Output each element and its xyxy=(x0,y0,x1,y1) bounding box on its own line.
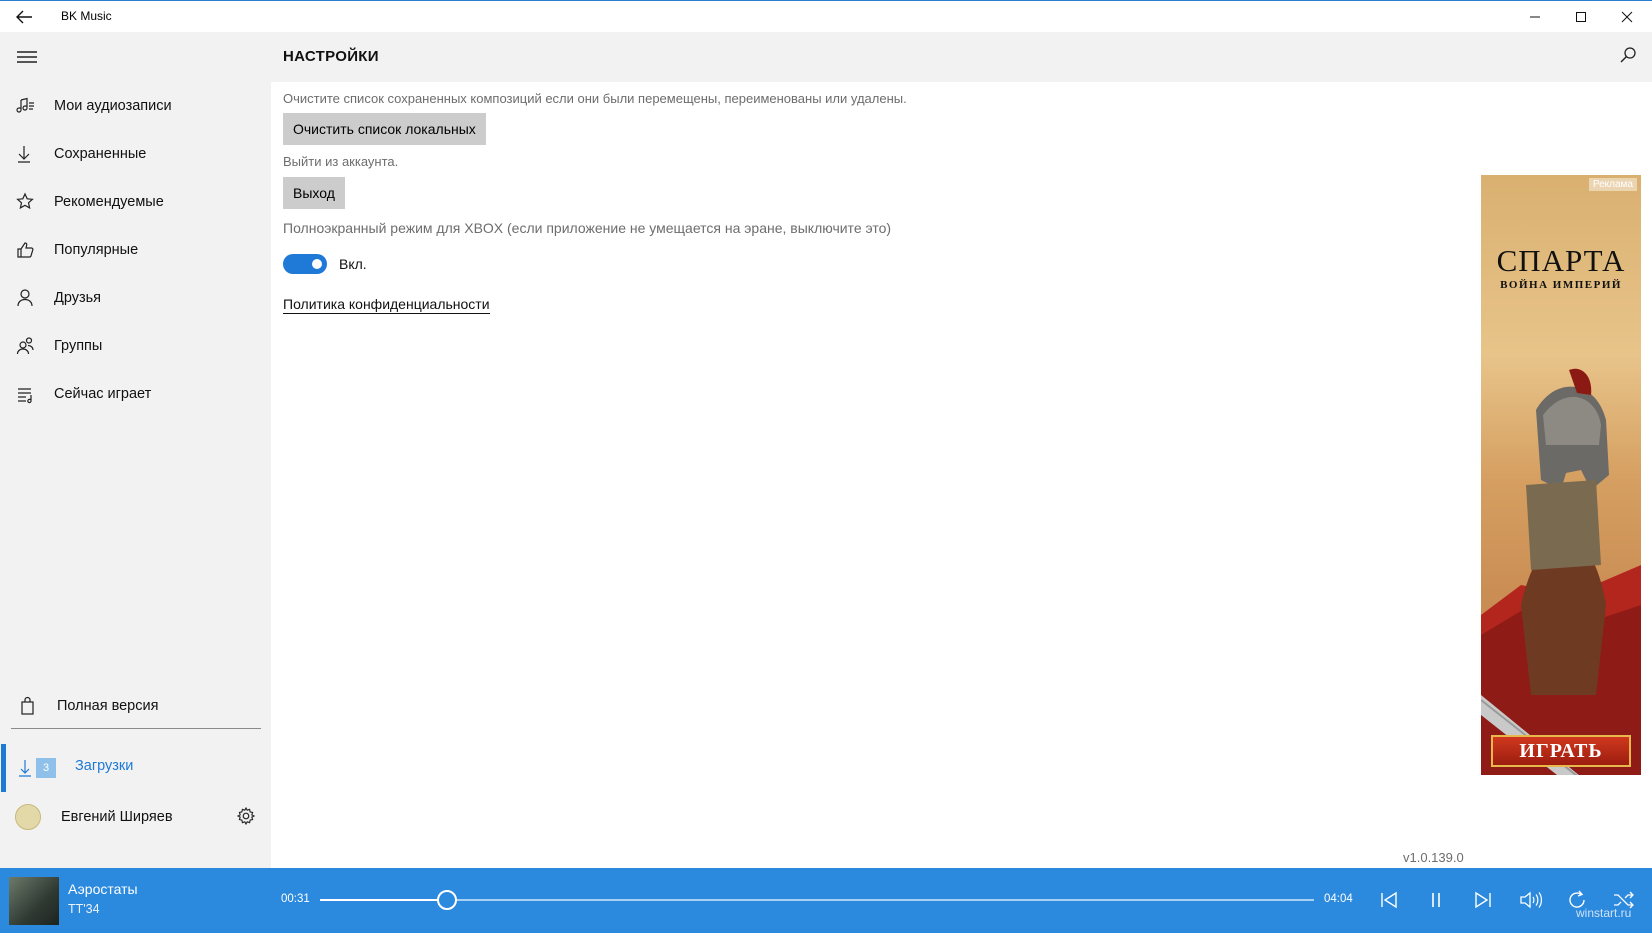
download-arrow-icon xyxy=(16,144,36,164)
maximize-icon xyxy=(1576,11,1586,22)
sidebar-item-label: Сохраненные xyxy=(54,146,147,162)
user-profile[interactable]: Евгений Ширяев xyxy=(0,794,271,842)
music-notes-icon xyxy=(16,96,36,116)
xbox-fullscreen-toggle[interactable] xyxy=(283,254,327,274)
selection-indicator xyxy=(1,744,6,792)
skip-previous-icon xyxy=(1381,891,1397,909)
next-track-button[interactable] xyxy=(1471,888,1495,912)
seek-progress xyxy=(320,899,447,901)
pause-button[interactable] xyxy=(1424,888,1448,912)
full-version-label: Полная версия xyxy=(57,698,159,714)
thumbs-up-icon xyxy=(16,240,36,260)
previous-track-button[interactable] xyxy=(1377,888,1401,912)
sidebar-item-my-audio[interactable]: Мои аудиозаписи xyxy=(0,82,271,130)
player-bar: Аэростаты ТТ'34 00:31 04:04 xyxy=(0,868,1652,933)
close-icon xyxy=(1621,11,1633,22)
downloads-item[interactable]: 3 Загрузки xyxy=(0,744,271,792)
track-artist: ТТ'34 xyxy=(68,902,100,916)
toggle-knob xyxy=(312,259,322,269)
minimize-button[interactable] xyxy=(1512,1,1558,32)
sidebar-item-label: Друзья xyxy=(54,290,102,306)
maximize-button[interactable] xyxy=(1558,1,1604,32)
watermark: winstart.ru xyxy=(1576,906,1632,920)
clear-local-list-button[interactable]: Очистить список локальных xyxy=(283,113,486,145)
sidebar-item-label: Популярные xyxy=(54,242,139,258)
toggle-state-label: Вкл. xyxy=(339,256,367,272)
sidebar-item-friends[interactable]: Друзья xyxy=(0,274,271,322)
shopping-bag-icon xyxy=(19,696,39,716)
seek-thumb[interactable] xyxy=(437,890,457,910)
sidebar-item-now-playing[interactable]: Сейчас играет xyxy=(0,370,271,418)
playlist-icon xyxy=(16,384,36,404)
sidebar-item-groups[interactable]: Группы xyxy=(0,322,271,370)
sidebar-item-label: Мои аудиозаписи xyxy=(54,98,172,114)
people-icon xyxy=(16,336,36,356)
advertisement-banner[interactable]: Реклама СПАРТА ВОЙНА ИМПЕРИЙ ИГРАТЬ xyxy=(1481,175,1641,775)
ad-play-button[interactable]: ИГРАТЬ xyxy=(1491,735,1631,767)
gear-icon[interactable] xyxy=(236,806,256,826)
sidebar-item-popular[interactable]: Популярные xyxy=(0,226,271,274)
download-arrow-icon xyxy=(18,758,34,778)
ad-label: Реклама xyxy=(1588,178,1637,191)
downloads-count-badge: 3 xyxy=(36,758,56,778)
pause-icon xyxy=(1432,893,1440,907)
clear-list-hint: Очистите список сохраненных композиций е… xyxy=(283,91,907,106)
back-arrow-icon[interactable] xyxy=(12,7,36,27)
title-bar: BK Music xyxy=(0,0,1652,32)
xbox-mode-hint: Полноэкранный режим для XBOX (если прило… xyxy=(283,220,892,236)
track-title: Аэростаты xyxy=(68,881,138,897)
sidebar-item-saved[interactable]: Сохраненные xyxy=(0,130,271,178)
user-name: Евгений Ширяев xyxy=(61,809,173,825)
skip-next-icon xyxy=(1475,891,1491,909)
sidebar-item-label: Рекомендуемые xyxy=(54,194,164,210)
sidebar-divider xyxy=(11,728,261,729)
search-icon[interactable] xyxy=(1618,46,1638,66)
page-header: НАСТРОЙКИ xyxy=(271,32,1652,82)
downloads-label: Загрузки xyxy=(75,758,134,774)
page-title: НАСТРОЙКИ xyxy=(283,48,379,65)
logout-button[interactable]: Выход xyxy=(283,177,345,209)
hamburger-menu-icon[interactable] xyxy=(14,46,40,68)
total-time: 04:04 xyxy=(1324,893,1353,905)
sidebar: Мои аудиозаписи Сохраненные Рекомендуемы… xyxy=(0,32,271,868)
ad-title: СПАРТА xyxy=(1496,243,1626,278)
sidebar-item-recommended[interactable]: Рекомендуемые xyxy=(0,178,271,226)
star-icon xyxy=(16,192,36,212)
album-cover[interactable] xyxy=(9,877,59,925)
person-icon xyxy=(16,288,36,308)
sidebar-item-label: Группы xyxy=(54,338,103,354)
ad-subtitle: ВОЙНА ИМПЕРИЙ xyxy=(1500,279,1622,291)
avatar xyxy=(15,804,41,830)
volume-button[interactable] xyxy=(1518,888,1542,912)
spartan-warrior-illustration xyxy=(1481,368,1641,775)
full-version-button[interactable]: Полная версия xyxy=(0,682,271,730)
close-button[interactable] xyxy=(1604,1,1650,32)
privacy-policy-link[interactable]: Политика конфиденциальности xyxy=(283,296,490,314)
current-time: 00:31 xyxy=(281,893,310,905)
volume-icon xyxy=(1520,891,1542,909)
sidebar-item-label: Сейчас играет xyxy=(54,386,152,402)
window-title: BK Music xyxy=(61,9,112,23)
seek-slider[interactable] xyxy=(320,890,1314,910)
logout-hint: Выйти из аккаунта. xyxy=(283,154,399,169)
app-version: v1.0.139.0 xyxy=(1403,850,1464,865)
minimize-icon xyxy=(1530,16,1540,17)
